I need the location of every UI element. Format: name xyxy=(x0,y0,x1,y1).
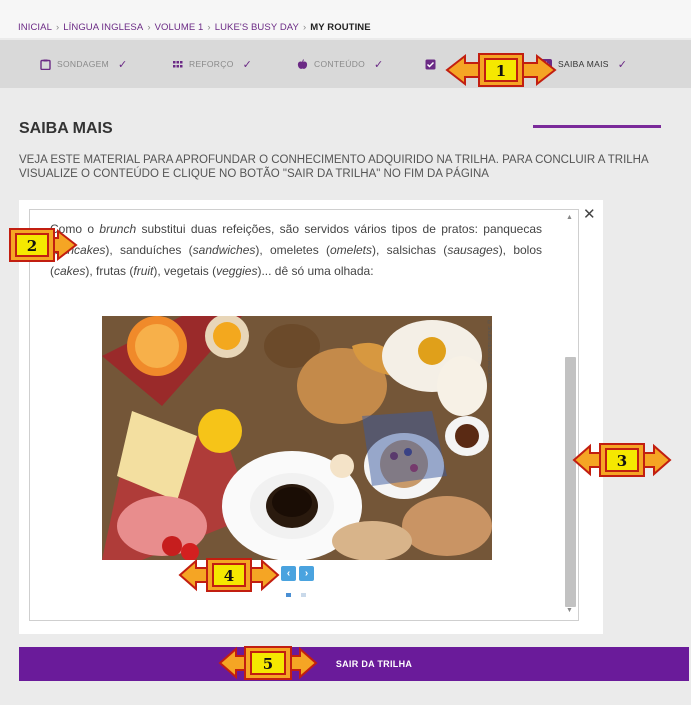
apple-icon xyxy=(297,58,308,69)
english-term: sandwiches xyxy=(192,243,256,257)
grid-icon xyxy=(173,60,183,67)
tab-label: REFORÇO xyxy=(189,59,234,69)
callout-number: 4 xyxy=(224,567,234,585)
carousel-next-button[interactable]: › xyxy=(299,566,314,581)
english-term: veggies xyxy=(216,264,258,278)
trail-tabs: SONDAGEM ✓ REFORÇO ✓ CONTEÚDO ✓ + SAIBA … xyxy=(0,40,691,128)
check-icon: ✓ xyxy=(374,58,384,71)
breadcrumb-volume[interactable]: VOLUME 1 xyxy=(155,22,204,33)
callout-2: 2 xyxy=(9,228,78,262)
content-paragraph: Como o brunch substitui duas refeições, … xyxy=(50,219,542,282)
english-term: sausages xyxy=(447,243,499,257)
image-credit: ©Shutterstock/Ilovecookies xyxy=(486,320,492,383)
check-icon: ✓ xyxy=(242,58,253,71)
tab-sondagem[interactable]: SONDAGEM ✓ xyxy=(40,40,128,88)
callout-3: 3 xyxy=(572,443,672,477)
checkbox-icon xyxy=(425,59,436,69)
text-run: ), omeletes ( xyxy=(255,243,330,257)
english-term: cakes xyxy=(54,264,86,278)
english-term: omelets xyxy=(330,243,373,257)
breadcrumb-separator: › xyxy=(207,22,211,33)
carousel-dot[interactable] xyxy=(301,593,306,597)
check-icon: ✓ xyxy=(617,58,628,71)
text-run: ), vegetais ( xyxy=(153,264,217,278)
text-run: ), frutas ( xyxy=(85,264,134,278)
scroll-down-arrow[interactable]: ▼ xyxy=(566,607,573,614)
breakfast-photo xyxy=(102,316,492,560)
tab-label: SAIBA MAIS xyxy=(558,59,609,69)
breadcrumb-separator: › xyxy=(302,22,307,33)
clipboard-icon xyxy=(40,59,51,70)
tab-reforco[interactable]: REFORÇO ✓ xyxy=(172,40,252,88)
check-icon: ✓ xyxy=(118,58,128,71)
callout-4: 4 xyxy=(178,558,280,592)
callout-number: 5 xyxy=(263,655,273,673)
callout-number: 3 xyxy=(617,452,627,470)
scroll-up-arrow[interactable]: ▲ xyxy=(566,214,573,221)
page-description: VEJA ESTE MATERIAL PARA APROFUNDAR O CON… xyxy=(19,154,649,180)
english-term: brunch xyxy=(99,222,137,236)
carousel-prev-button[interactable]: ‹ xyxy=(281,566,296,581)
breadcrumb-separator: › xyxy=(55,22,60,33)
english-term: fruit xyxy=(133,264,154,278)
text-run: )... dê só uma olhada: xyxy=(257,264,374,278)
tab-atividade[interactable] xyxy=(425,40,442,88)
callout-5: 5 xyxy=(218,646,318,680)
top-strip xyxy=(0,0,691,10)
breadcrumb: INICIAL › LÍNGUA INGLESA › VOLUME 1 › LUKE'S B… xyxy=(0,10,691,38)
text-run: ), sanduíches ( xyxy=(105,243,193,257)
tab-label: CONTEÚDO xyxy=(314,59,366,69)
breadcrumb-inicial[interactable]: INICIAL xyxy=(18,22,52,33)
breadcrumb-lesson[interactable]: LUKE'S BUSY DAY xyxy=(215,22,299,33)
breadcrumb-separator: › xyxy=(147,22,151,33)
close-icon[interactable]: ✕ xyxy=(583,205,596,223)
exit-trail-label: SAIR DA TRILHA xyxy=(335,659,413,669)
callout-number: 2 xyxy=(27,237,37,255)
breadcrumb-lingua-inglesa[interactable]: LÍNGUA INGLESA xyxy=(63,22,143,33)
active-tab-indicator xyxy=(533,125,661,128)
carousel-dot[interactable] xyxy=(286,593,291,597)
callout-1: 1 xyxy=(445,53,557,87)
text-run: ), salsichas ( xyxy=(372,243,448,257)
exit-trail-button[interactable]: SAIR DA TRILHA xyxy=(19,647,689,681)
scrollbar-thumb[interactable] xyxy=(565,357,576,607)
callout-number: 1 xyxy=(496,62,506,80)
tab-conteudo[interactable]: CONTEÚDO ✓ xyxy=(297,40,384,88)
tab-label: SONDAGEM xyxy=(57,59,109,69)
breadcrumb-current: MY ROUTINE xyxy=(310,22,371,33)
page-title: SAIBA MAIS xyxy=(19,120,113,137)
